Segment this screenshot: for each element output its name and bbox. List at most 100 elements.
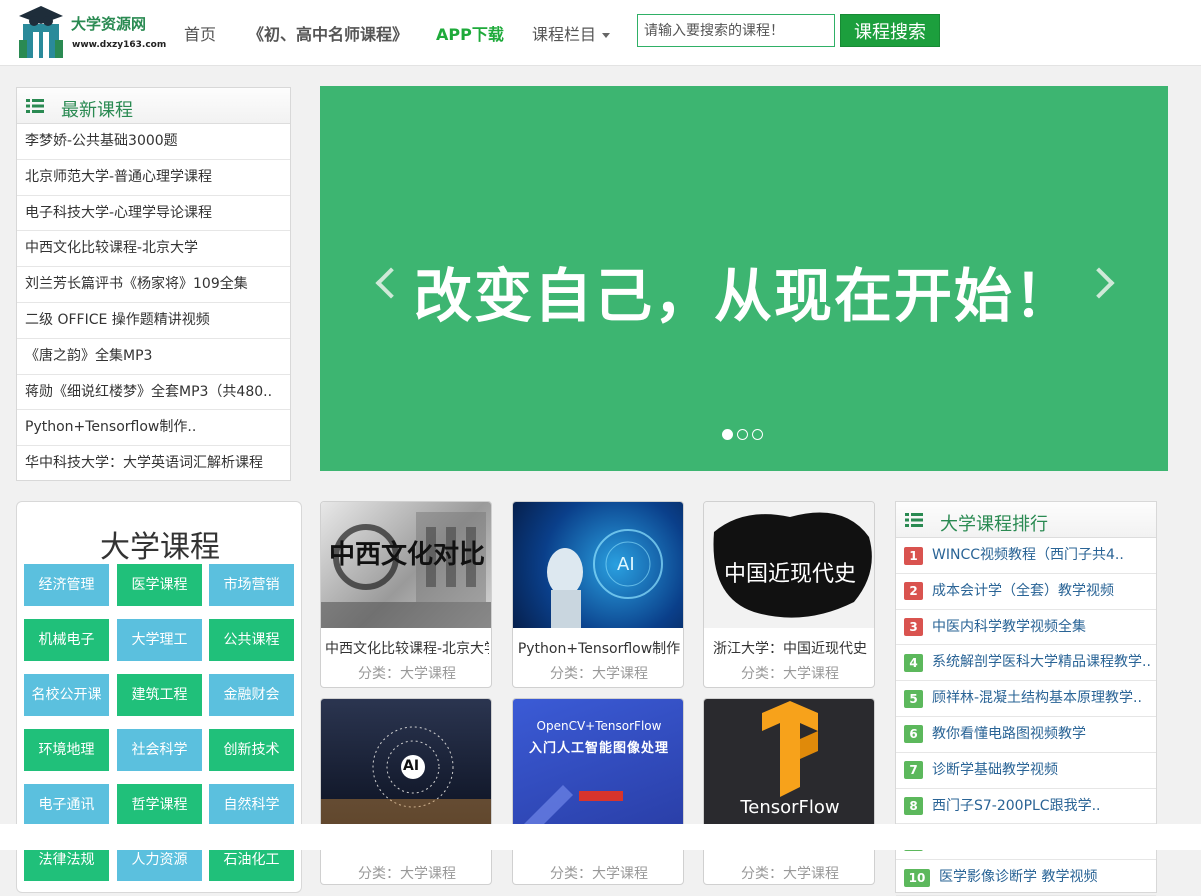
list-item[interactable]: 3 中医内科学教学视频全集 (896, 610, 1156, 646)
thumbnail-caption: 中西文化对比 (329, 540, 486, 570)
category-button[interactable]: 社会科学 (117, 729, 202, 771)
list-item[interactable]: 蒋勋《细说红楼梦》全套MP3（共480.. (17, 375, 290, 411)
list-item[interactable]: 电子科技大学-心理学导论课程 (17, 196, 290, 232)
list-item[interactable]: 10 医学影像诊断学 教学视频 (896, 860, 1156, 896)
latest-courses-list: 李梦娇-公共基础3000题 北京师范大学-普通心理学课程 电子科技大学-心理学导… (17, 124, 290, 482)
list-item[interactable]: 6 教你看懂电路图视频教学 (896, 717, 1156, 753)
overlay-band (0, 824, 1201, 850)
list-item[interactable]: 北京师范大学-普通心理学课程 (17, 160, 290, 196)
list-item[interactable]: 7 诊断学基础教学视频 (896, 753, 1156, 789)
rank-badge: 8 (904, 797, 923, 816)
thumbnail-caption: AI (617, 554, 635, 575)
thumbnail-caption: TensorFlow (740, 797, 840, 818)
rank-item-text: 西门子S7-200PLC跟我学.. (932, 797, 1101, 814)
carousel-dot[interactable] (722, 429, 733, 440)
list-item[interactable]: 8 西门子S7-200PLC跟我学.. (896, 789, 1156, 825)
course-thumbnail: AI (513, 502, 683, 628)
category-button[interactable]: 公共课程 (209, 619, 294, 661)
category-button[interactable]: 金融财会 (209, 674, 294, 716)
category-button[interactable]: 机械电子 (24, 619, 109, 661)
course-card[interactable]: 中西文化对比 中西文化比较课程-北京大学 分类：大学课程 (320, 501, 492, 688)
course-card-category: 分类：大学课程 (550, 866, 648, 882)
list-item[interactable]: 二级 OFFICE 操作题精讲视频 (17, 303, 290, 339)
rank-badge: 6 (904, 725, 923, 744)
course-card-category: 分类：大学课程 (550, 666, 648, 682)
list-item[interactable]: 李梦娇-公共基础3000题 (17, 124, 290, 160)
course-card-title: Python+Tensorflow制作 (517, 641, 681, 657)
rank-badge: 4 (904, 653, 923, 672)
list-item[interactable]: 4 系统解剖学医科大学精品课程教学.. (896, 645, 1156, 682)
category-button[interactable]: 环境地理 (24, 729, 109, 771)
category-button[interactable]: 哲学课程 (117, 784, 202, 826)
logo-url: www.dxzy163.com (72, 40, 167, 50)
category-button[interactable]: 名校公开课 (24, 674, 109, 716)
course-card[interactable]: TensorFlow 分类：大学课程 (703, 698, 875, 885)
course-card[interactable]: AI 分类：大学课程 (320, 698, 492, 885)
thumbnail-caption: AI (403, 758, 420, 774)
course-thumbnail: 中西文化对比 (321, 502, 491, 628)
search-input[interactable] (637, 14, 835, 47)
list-item[interactable]: 刘兰芳长篇评书《杨家将》109全集 (17, 267, 290, 303)
carousel-slogan: 改变自己，从现在开始！ (413, 262, 1074, 330)
top-navbar: 大学资源网 www.dxzy163.com 首页 《初、高中名师课程》 APP下… (0, 0, 1201, 66)
category-button[interactable]: 市场营销 (209, 564, 294, 606)
course-card[interactable]: 中国近现代史 浙江大学：中国近现代史 分类：大学课程 (703, 501, 875, 688)
course-card-category: 分类：大学课程 (741, 666, 839, 682)
latest-courses-panel: 最新课程 李梦娇-公共基础3000题 北京师范大学-普通心理学课程 电子科技大学… (16, 87, 291, 481)
nav-home[interactable]: 首页 (184, 21, 216, 45)
ranking-title: 大学课程排行 (940, 514, 1048, 535)
nav-course-columns[interactable]: 课程栏目 (532, 21, 611, 45)
rank-badge: 5 (904, 689, 923, 708)
list-item[interactable]: 1 WINCC视频教程（西门子共4.. (896, 538, 1156, 574)
course-thumbnail: OpenCV+TensorFlow 入门人工智能图像处理 (513, 699, 683, 825)
list-item[interactable]: 中西文化比较课程-北京大学 (17, 231, 290, 268)
course-thumbnail: AI (321, 699, 491, 825)
hero-carousel: 改变自己，从现在开始！ (320, 86, 1168, 471)
rank-item-text: WINCC视频教程（西门子共4.. (932, 547, 1124, 563)
rank-badge: 7 (904, 761, 923, 780)
rank-item-text: 顾祥林-混凝土结构基本原理教学.. (932, 690, 1142, 707)
course-card[interactable]: AI Python+Tensorflow制作 分类：大学课程 (512, 501, 684, 688)
list-item[interactable]: 《唐之韵》全集MP3 (17, 339, 290, 375)
rank-item-text: 中医内科学教学视频全集 (932, 618, 1086, 635)
course-thumbnail: TensorFlow (704, 699, 874, 825)
rank-item-text: 医学影像诊断学 教学视频 (939, 869, 1098, 886)
list-icon (905, 513, 923, 527)
carousel-dot[interactable] (737, 429, 748, 440)
nav-app-download[interactable]: APP下载 (436, 21, 504, 45)
course-card-title: 中西文化比较课程-北京大学 (325, 641, 489, 657)
rank-item-text: 系统解剖学医科大学精品课程教学.. (932, 654, 1151, 671)
course-card-title: 浙江大学：中国近现代史 (713, 641, 867, 657)
rank-item-text: 诊断学基础教学视频 (932, 761, 1058, 778)
course-card-category: 分类：大学课程 (741, 866, 839, 882)
category-button[interactable]: 电子通讯 (24, 784, 109, 826)
list-item[interactable]: Python+Tensorflow制作.. (17, 410, 290, 447)
course-card-category: 分类：大学课程 (358, 666, 456, 682)
category-button[interactable]: 医学课程 (117, 564, 202, 606)
list-item[interactable]: 5 顾祥林-混凝土结构基本原理教学.. (896, 681, 1156, 717)
carousel-indicators (722, 425, 767, 440)
course-thumbnail: 中国近现代史 (704, 502, 874, 628)
list-icon (26, 99, 44, 113)
category-button[interactable]: 建筑工程 (117, 674, 202, 716)
category-button[interactable]: 自然科学 (209, 784, 294, 826)
course-card-category: 分类：大学课程 (358, 866, 456, 882)
rank-badge: 10 (904, 868, 930, 887)
rank-item-text: 成本会计学（全套）教学视频 (932, 582, 1114, 599)
ranking-header: 大学课程排行 (896, 502, 1156, 538)
carousel-dot[interactable] (752, 429, 763, 440)
course-card[interactable]: OpenCV+TensorFlow 入门人工智能图像处理 分类：大学课程 (512, 698, 684, 885)
list-item[interactable]: 2 成本会计学（全套）教学视频 (896, 574, 1156, 610)
category-button[interactable]: 大学理工 (117, 619, 202, 661)
category-button[interactable]: 经济管理 (24, 564, 109, 606)
nav-course-columns-label: 课程栏目 (532, 25, 597, 44)
category-button[interactable]: 创新技术 (209, 729, 294, 771)
rank-badge: 1 (904, 546, 923, 565)
nav-junior-courses[interactable]: 《初、高中名师课程》 (248, 21, 408, 45)
site-logo[interactable]: 大学资源网 www.dxzy163.com (15, 4, 170, 62)
search-button[interactable]: 课程搜索 (840, 14, 940, 47)
course-categories-title: 大学课程 (100, 530, 220, 565)
list-item[interactable]: 华中科技大学：大学英语词汇解析课程 (17, 446, 290, 482)
rank-badge: 3 (904, 618, 923, 637)
latest-courses-header: 最新课程 (17, 88, 290, 124)
